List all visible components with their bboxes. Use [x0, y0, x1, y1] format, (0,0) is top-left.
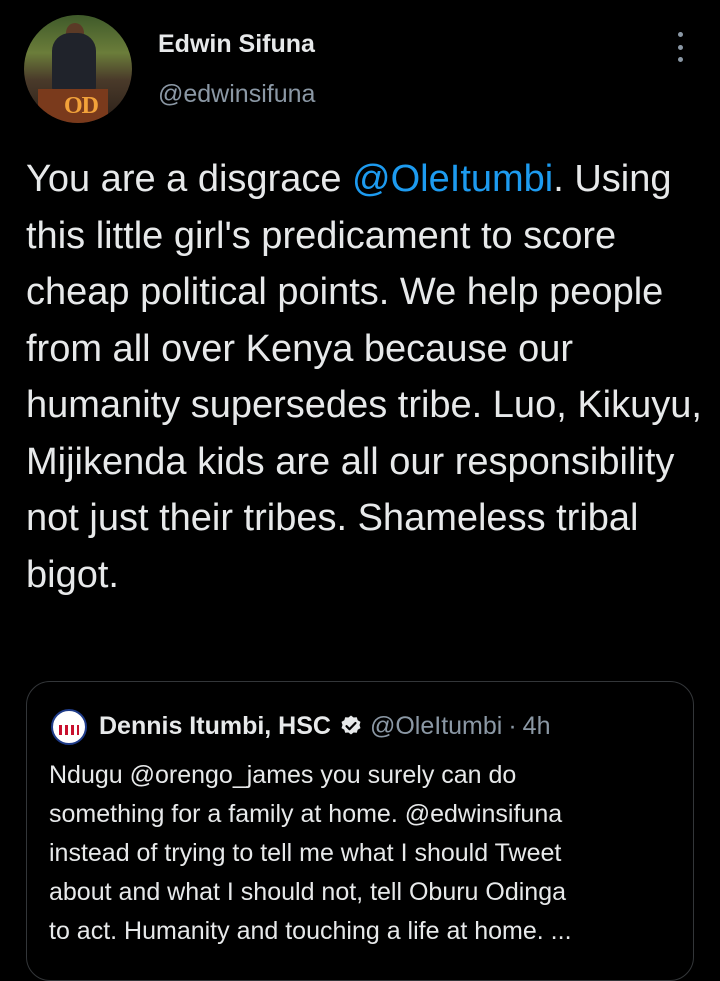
- more-dot: [677, 44, 683, 50]
- quoted-author-avatar[interactable]: [51, 709, 87, 745]
- tweet-text: You are a disgrace @OleItumbi. Using thi…: [26, 151, 706, 603]
- quoted-tweet-text: Ndugu @orengo_james you surely can do so…: [49, 756, 685, 951]
- author-name[interactable]: Edwin Sifuna: [158, 30, 315, 59]
- more-dot: [677, 57, 683, 62]
- meta-separator: ·: [508, 712, 517, 740]
- verified-badge-icon: [341, 715, 361, 735]
- quoted-text-line: Ndugu @orengo_james you surely can do: [49, 761, 517, 789]
- avatar-figure: [52, 33, 96, 93]
- quoted-author-name[interactable]: Dennis Itumbi, HSC: [99, 708, 331, 744]
- quoted-text-line: instead of trying to tell me what I shou…: [49, 839, 562, 867]
- more-vertical-icon[interactable]: [670, 32, 690, 62]
- tweet-text-start: You are a disgrace: [26, 158, 353, 200]
- quoted-text-line: about and what I should not, tell Oburu …: [49, 878, 567, 906]
- quoted-tweet-time[interactable]: 4h: [523, 708, 551, 744]
- quoted-author-handle[interactable]: @OleItumbi: [370, 708, 502, 744]
- more-dot: [677, 32, 683, 37]
- quoted-text-line: something for a family at home. @edwinsi…: [49, 800, 563, 828]
- avatar-podium-text: OD: [64, 93, 99, 119]
- quoted-text-line: to act. Humanity and touching a life at …: [49, 917, 572, 945]
- author-handle[interactable]: @edwinsifuna: [158, 80, 315, 109]
- tweet-mention-link[interactable]: @OleItumbi: [352, 158, 553, 200]
- tweet-text-end: . Using this little girl's predicament t…: [26, 158, 702, 596]
- quoted-tweet-card[interactable]: Dennis Itumbi, HSC @OleItumbi · 4h Ndugu…: [26, 681, 694, 981]
- quoted-tweet-header: Dennis Itumbi, HSC @OleItumbi · 4h: [99, 708, 550, 744]
- avatar-crest: [59, 725, 79, 735]
- author-avatar[interactable]: OD: [24, 15, 132, 123]
